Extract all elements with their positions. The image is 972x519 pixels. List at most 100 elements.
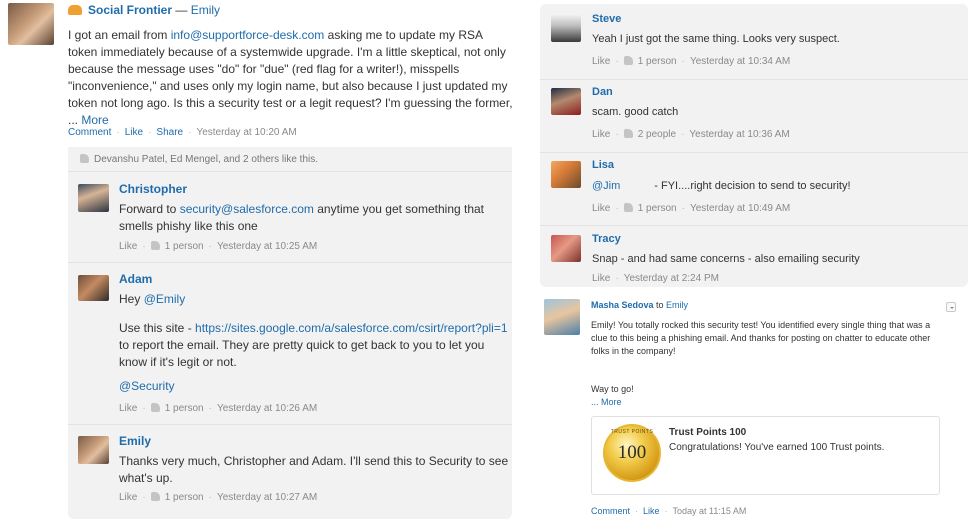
comment-text-part: to report the email. They are pretty qui… bbox=[119, 338, 485, 369]
comment-text: Forward to security@salesforce.com anyti… bbox=[119, 201, 505, 235]
post-body: I got an email from info@supportforce-de… bbox=[68, 27, 514, 129]
post-actions: Comment · Like · Share · Yesterday at 10:20 AM bbox=[68, 127, 297, 138]
divider bbox=[540, 225, 968, 226]
comment-timestamp: Yesterday at 10:25 AM bbox=[216, 241, 318, 252]
comment-timestamp: Yesterday at 10:34 AM bbox=[689, 56, 791, 67]
post2-more-link[interactable]: ... More bbox=[591, 397, 622, 407]
likes-summary: Devanshu Patel, Ed Mengel, and 2 others … bbox=[80, 154, 318, 165]
jim-mention-link[interactable]: @Jim bbox=[592, 180, 620, 192]
post-more-link[interactable]: More bbox=[81, 113, 108, 127]
trust-points-badge-icon: TRUST POINTS 100 bbox=[603, 424, 661, 482]
thumbs-up-icon bbox=[150, 241, 160, 250]
post2-comment-link[interactable]: Comment bbox=[591, 506, 630, 516]
comment-author[interactable]: Dan bbox=[592, 86, 613, 98]
post2-recipient-link[interactable]: Emily bbox=[666, 300, 688, 310]
security-mention-link[interactable]: @Security bbox=[119, 379, 175, 393]
steve-avatar[interactable] bbox=[551, 15, 581, 42]
emily-avatar[interactable] bbox=[78, 436, 109, 464]
divider bbox=[540, 79, 968, 80]
comment-timestamp: Yesterday at 10:49 AM bbox=[689, 203, 791, 214]
emily-avatar[interactable] bbox=[8, 3, 54, 45]
trust-text: Congratulations! You've earned 100 Trust… bbox=[669, 442, 885, 453]
post2-header: Masha Sedova to Emily bbox=[591, 300, 688, 310]
like-count[interactable]: 1 person bbox=[165, 241, 204, 252]
adam-avatar[interactable] bbox=[78, 275, 109, 301]
badge-number: 100 bbox=[617, 442, 647, 463]
comment-author[interactable]: Tracy bbox=[592, 233, 621, 245]
post-body-text-1: I got an email from bbox=[68, 28, 171, 42]
thumbs-up-icon bbox=[150, 492, 160, 501]
comment-timestamp: Yesterday at 2:24 PM bbox=[623, 273, 719, 284]
comment-text: @Security bbox=[119, 378, 175, 395]
post-menu-button[interactable] bbox=[946, 302, 956, 312]
comment-meta: Like · 1 person · Yesterday at 10:25 AM bbox=[119, 241, 318, 252]
post2-closing: Way to go! bbox=[591, 384, 634, 394]
thumbs-up-icon bbox=[623, 56, 633, 65]
dan-avatar[interactable] bbox=[551, 88, 581, 115]
comment-like-link[interactable]: Like bbox=[592, 203, 610, 214]
comment-meta: Like · 1 person · Yesterday at 10:34 AM bbox=[592, 56, 791, 67]
group-icon bbox=[68, 5, 82, 15]
post-share-link[interactable]: Share bbox=[156, 127, 183, 138]
comment-meta: Like · Yesterday at 2:24 PM bbox=[592, 273, 719, 284]
divider bbox=[68, 262, 512, 263]
lisa-avatar[interactable] bbox=[551, 161, 581, 188]
thumbs-up-icon bbox=[623, 203, 633, 212]
like-count[interactable]: 1 person bbox=[638, 203, 677, 214]
comment-meta: Like · 1 person · Yesterday at 10:26 AM bbox=[119, 403, 318, 414]
like-count[interactable]: 1 person bbox=[165, 492, 204, 503]
comment-text: Snap - and had same concerns - also emai… bbox=[592, 253, 860, 265]
tracy-avatar[interactable] bbox=[551, 235, 581, 262]
comment-like-link[interactable]: Like bbox=[592, 273, 610, 284]
divider bbox=[68, 171, 512, 172]
comment-text: Yeah I just got the same thing. Looks ve… bbox=[592, 33, 840, 45]
comment-text: scam. good catch bbox=[592, 106, 679, 118]
group-link[interactable]: Social Frontier bbox=[88, 3, 172, 17]
comment-like-link[interactable]: Like bbox=[119, 492, 137, 503]
comment-author[interactable]: Adam bbox=[119, 272, 152, 286]
post-body-text-2: asking me to update my RSA token immedia… bbox=[68, 28, 513, 127]
badge-ring-text: TRUST POINTS bbox=[610, 429, 654, 435]
comment-like-link[interactable]: Like bbox=[119, 403, 137, 414]
comment-text: Hey @Emily bbox=[119, 291, 509, 308]
comment-like-link[interactable]: Like bbox=[592, 56, 610, 67]
comment-like-link[interactable]: Like bbox=[119, 241, 137, 252]
thumbs-up-icon bbox=[80, 154, 89, 163]
comment-text: @Jim - FYI....right decision to send to s… bbox=[592, 178, 851, 195]
thumbs-up-icon bbox=[150, 403, 160, 412]
comment-text-part: - FYI....right decision to send to secur… bbox=[654, 180, 851, 192]
emily-mention-link[interactable]: @Emily bbox=[144, 292, 186, 306]
post2-like-link[interactable]: Like bbox=[643, 506, 660, 516]
comment-like-link[interactable]: Like bbox=[592, 129, 610, 140]
like-count[interactable]: 1 person bbox=[165, 403, 204, 414]
divider bbox=[68, 424, 512, 425]
security-email-link[interactable]: security@salesforce.com bbox=[180, 202, 314, 216]
like-count[interactable]: 2 people bbox=[638, 129, 676, 140]
like-count[interactable]: 1 person bbox=[638, 56, 677, 67]
post-like-link[interactable]: Like bbox=[125, 127, 143, 138]
post-comment-link[interactable]: Comment bbox=[68, 127, 111, 138]
sender-email-link[interactable]: info@supportforce-desk.com bbox=[171, 28, 325, 42]
masha-avatar[interactable] bbox=[544, 299, 580, 335]
post-timestamp[interactable]: Yesterday at 10:20 AM bbox=[196, 127, 296, 138]
comment-timestamp: Yesterday at 10:36 AM bbox=[689, 129, 790, 140]
comment-author[interactable]: Christopher bbox=[119, 182, 187, 196]
divider bbox=[540, 152, 968, 153]
comment-meta: Like · 1 person · Yesterday at 10:49 AM bbox=[592, 203, 791, 214]
post-author-link[interactable]: Emily bbox=[191, 3, 220, 17]
comment-author[interactable]: Lisa bbox=[592, 159, 614, 171]
post2-body: Emily! You totally rocked this security … bbox=[591, 320, 931, 356]
report-site-link[interactable]: https://sites.google.com/a/salesforce.co… bbox=[195, 321, 507, 335]
comment-author[interactable]: Emily bbox=[119, 434, 151, 448]
comment-author[interactable]: Steve bbox=[592, 13, 621, 25]
post2-author-link[interactable]: Masha Sedova bbox=[591, 300, 654, 310]
comment-text-part: Hey bbox=[119, 292, 144, 306]
post2-timestamp[interactable]: Today at 11:15 AM bbox=[673, 506, 747, 516]
comment-meta: Like · 2 people · Yesterday at 10:36 AM bbox=[592, 129, 790, 140]
christopher-avatar[interactable] bbox=[78, 184, 109, 212]
likes-summary-text[interactable]: Devanshu Patel, Ed Mengel, and 2 others … bbox=[94, 154, 318, 165]
comment-meta: Like · 1 person · Yesterday at 10:27 AM bbox=[119, 492, 318, 503]
post2-more: ... More bbox=[591, 396, 946, 409]
comment-timestamp: Yesterday at 10:27 AM bbox=[216, 492, 318, 503]
comment-text-part: Use this site - bbox=[119, 321, 196, 335]
